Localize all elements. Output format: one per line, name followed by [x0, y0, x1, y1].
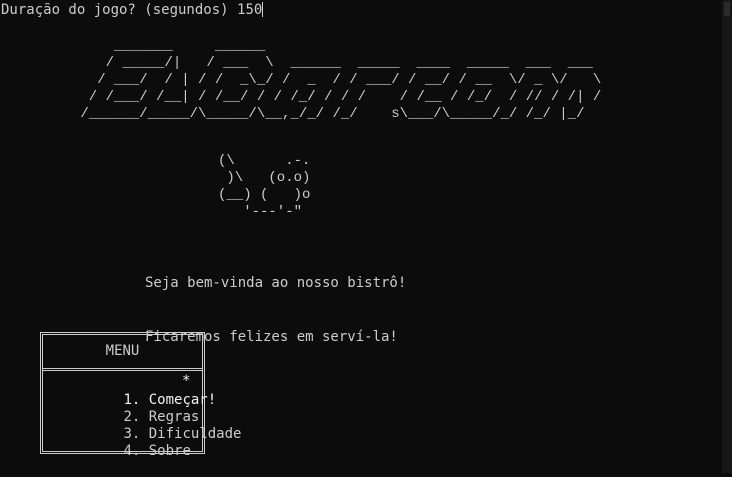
- welcome-line-1: Seja bem-vinda ao nosso bistrô!: [145, 275, 407, 291]
- duration-prompt[interactable]: Duração do jogo? (segundos) 150: [1, 2, 264, 19]
- prompt-text: Duração do jogo? (segundos): [1, 2, 238, 18]
- selection-marker: *: [182, 373, 191, 389]
- text-cursor: [262, 2, 264, 17]
- console-window: Duração do jogo? (segundos) 150 _______ …: [0, 0, 722, 473]
- el-garcon-ascii-logo: _______ ______ / _____/| / ___ \ ______ …: [80, 38, 602, 122]
- menu-item-label: 4. Sobre: [123, 443, 191, 459]
- menu-item-about[interactable]: 4. Sobre: [56, 426, 202, 459]
- menu-title: MENU: [43, 335, 202, 371]
- menu-item-difficulty[interactable]: 3. Dificuldade: [56, 409, 241, 442]
- menu-list: 1. Começar! * 2. Regras 3. Dificuldade 4…: [43, 371, 241, 459]
- vertical-scrollbar[interactable]: [722, 0, 732, 473]
- mascot-ascii-art: (\ .-. )\ (o.o) (__) ( )o '---'-": [218, 153, 311, 220]
- menu-item-rules[interactable]: 2. Regras: [56, 392, 202, 425]
- menu-item-start[interactable]: 1. Começar! *: [56, 373, 216, 408]
- duration-input-value[interactable]: 150: [237, 2, 262, 18]
- scrollbar-thumb[interactable]: [724, 2, 730, 16]
- main-menu: MENU 1. Começar! * 2. Regras 3. Dificuld…: [40, 332, 241, 459]
